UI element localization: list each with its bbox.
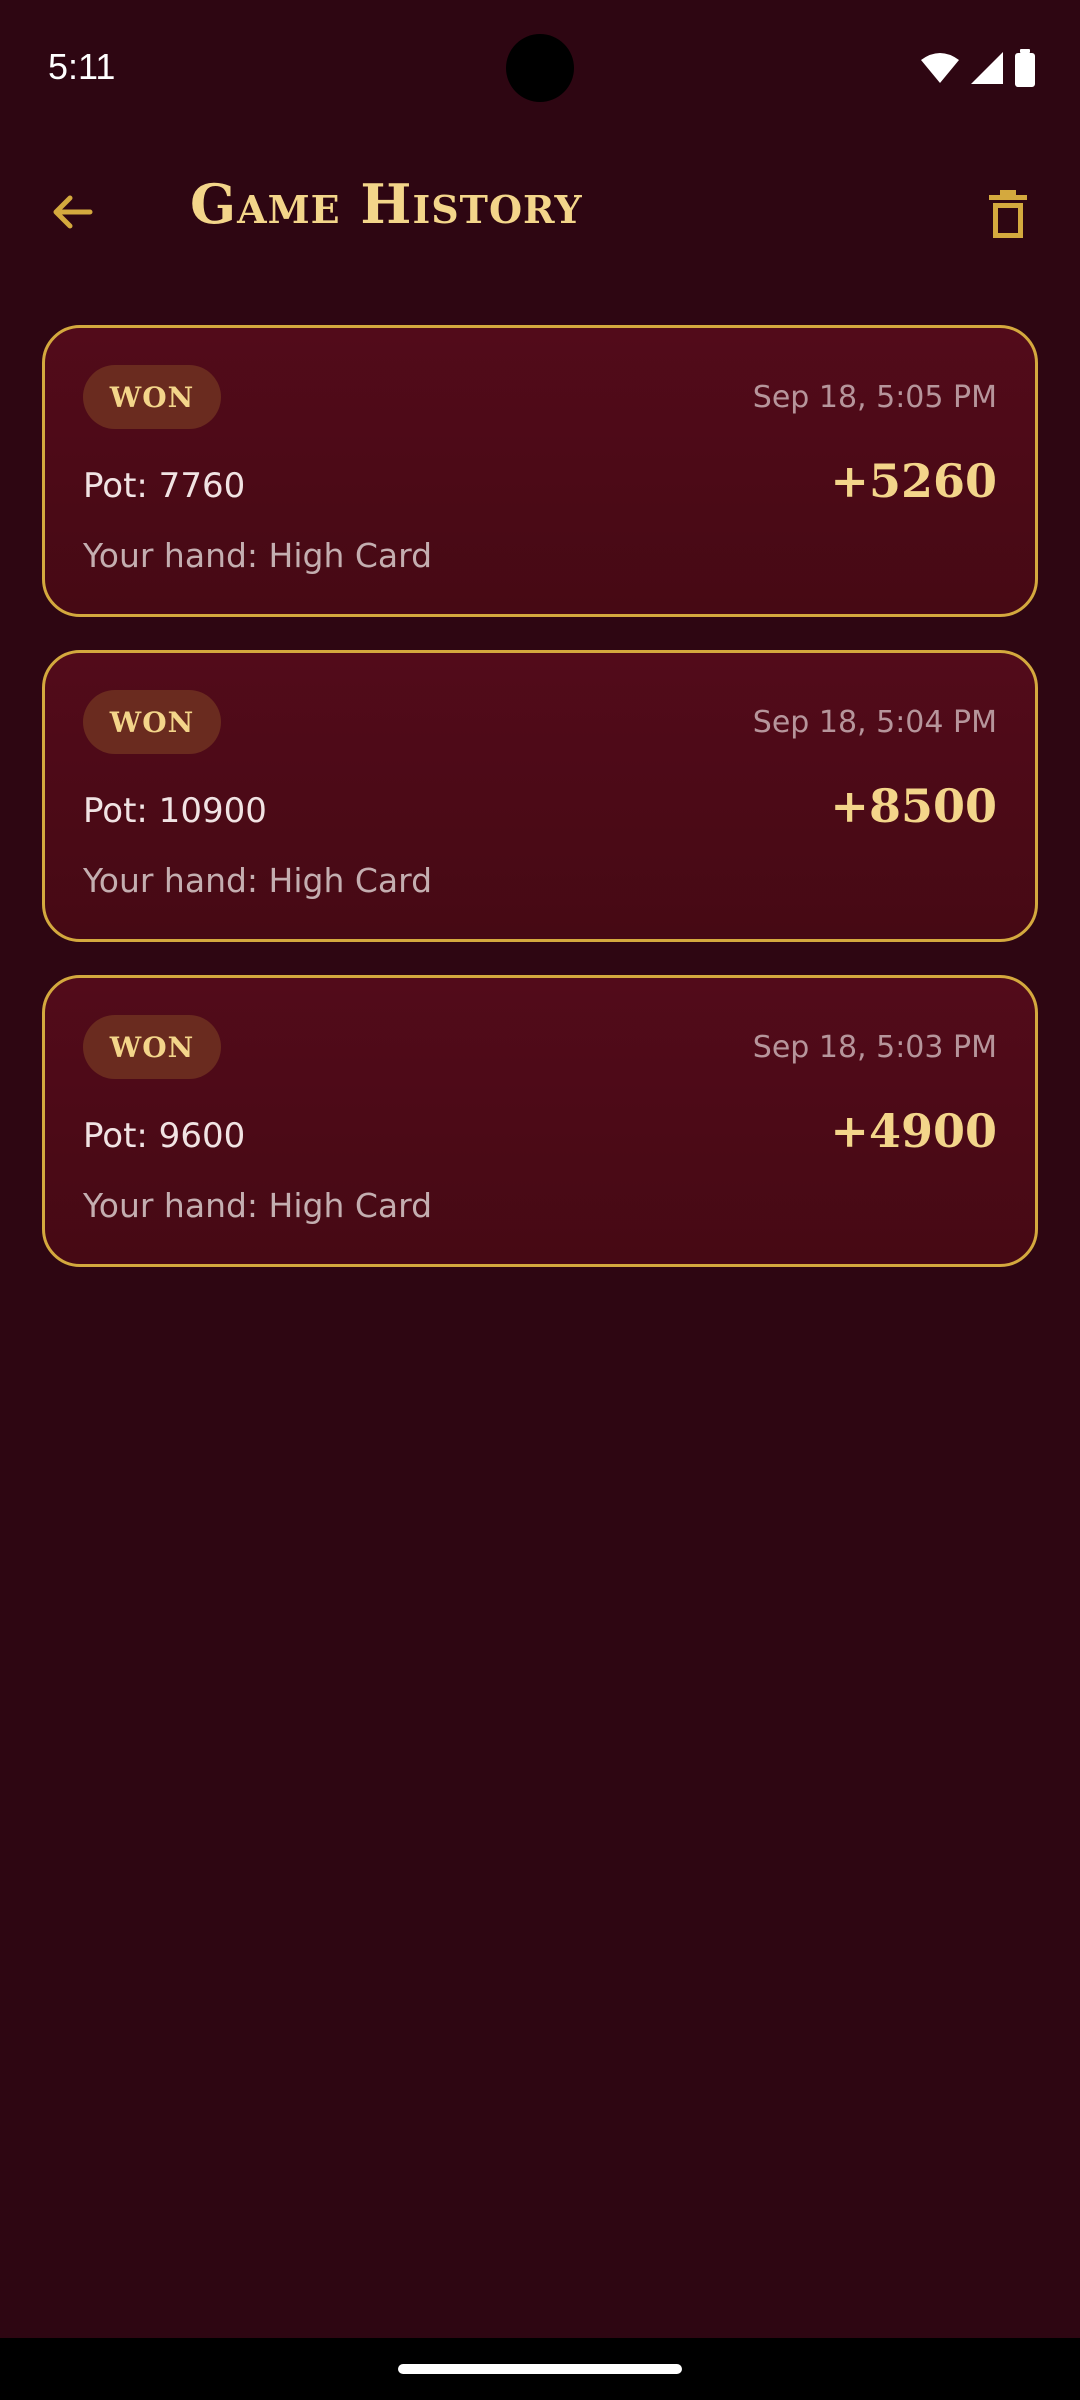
result-badge: WON: [83, 1015, 221, 1079]
pot-amount: Pot: 10900: [83, 791, 267, 831]
status-icons: [920, 48, 1036, 88]
game-card[interactable]: WON Sep 18, 5:04 PM Pot: 10900 +8500 You…: [42, 650, 1038, 942]
status-time: 5:11: [48, 46, 116, 87]
player-hand: Your hand: High Card: [83, 536, 433, 575]
arrow-left-icon: [48, 188, 96, 241]
page-title: Game History: [190, 172, 583, 236]
game-history-list: WON Sep 18, 5:05 PM Pot: 7760 +5260 Your…: [42, 325, 1038, 1300]
game-card[interactable]: WON Sep 18, 5:03 PM Pot: 9600 +4900 Your…: [42, 975, 1038, 1267]
app-bar: Game History: [0, 160, 1080, 260]
camera-cutout: [506, 34, 574, 102]
winnings-amount: +5260: [830, 454, 997, 508]
game-timestamp: Sep 18, 5:04 PM: [752, 705, 997, 740]
winnings-amount: +4900: [830, 1104, 997, 1158]
result-badge: WON: [83, 365, 221, 429]
pot-amount: Pot: 7760: [83, 466, 246, 506]
game-timestamp: Sep 18, 5:05 PM: [752, 380, 997, 415]
pot-amount: Pot: 9600: [83, 1116, 246, 1156]
home-indicator[interactable]: [398, 2364, 682, 2374]
signal-icon: [970, 51, 1004, 85]
result-badge: WON: [83, 690, 221, 754]
battery-icon: [1014, 49, 1036, 87]
game-card[interactable]: WON Sep 18, 5:05 PM Pot: 7760 +5260 Your…: [42, 325, 1038, 617]
back-button[interactable]: [36, 178, 108, 250]
gesture-nav-bar: [0, 2338, 1080, 2400]
game-timestamp: Sep 18, 5:03 PM: [752, 1030, 997, 1065]
player-hand: Your hand: High Card: [83, 861, 433, 900]
trash-icon: [988, 189, 1028, 244]
status-bar: 5:11: [0, 0, 1080, 136]
wifi-icon: [920, 52, 960, 84]
player-hand: Your hand: High Card: [83, 1186, 433, 1225]
delete-history-button[interactable]: [972, 180, 1044, 252]
winnings-amount: +8500: [830, 779, 997, 833]
